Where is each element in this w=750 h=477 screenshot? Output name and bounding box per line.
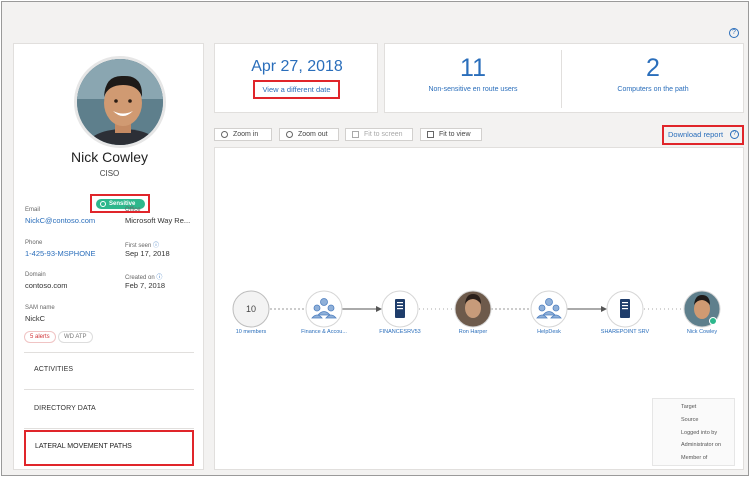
- created-value: Feb 7, 2018: [125, 281, 166, 290]
- zoom-in-icon: [221, 131, 228, 138]
- group-node[interactable]: [305, 290, 343, 328]
- email-link[interactable]: NickC@contoso.com: [25, 216, 95, 225]
- created-label: Created on ⓘ: [125, 275, 163, 281]
- report-date: Apr 27, 2018: [251, 58, 343, 75]
- node-label: SHAREPOINT SRV: [600, 329, 650, 335]
- group-node[interactable]: [530, 290, 568, 328]
- legend-source: Source: [681, 417, 699, 423]
- phone-link[interactable]: 1-425-93-MSPHONE: [25, 249, 95, 258]
- office-label: Office: [125, 207, 141, 213]
- app-frame: ? Nick Cowley CISO Sensitive Email NickC…: [1, 1, 749, 476]
- menu-activities[interactable]: ACTIVITIES: [34, 366, 73, 373]
- first-seen-value: Sep 17, 2018: [125, 249, 170, 258]
- phone-label: Phone: [25, 240, 43, 246]
- domain-value: contoso.com: [25, 281, 68, 290]
- server-icon: [620, 299, 630, 318]
- computers-label[interactable]: Computers on the path: [562, 86, 744, 93]
- user-avatar: [74, 56, 166, 148]
- user-role: CISO: [99, 169, 120, 178]
- summary-card: 11 Non-sensitive en route users 2 Comput…: [384, 43, 744, 113]
- download-report-highlight: Download report ?: [662, 125, 744, 145]
- wdatp-badge[interactable]: WD ATP: [58, 331, 93, 343]
- user-name: Nick Cowley: [70, 149, 148, 165]
- divider: [24, 389, 194, 390]
- lateral-movement-graph: 10 10 members Finance & Accou... FINANCE…: [214, 147, 744, 470]
- menu-lateral-movement-paths[interactable]: LATERAL MOVEMENT PATHS: [24, 430, 194, 466]
- date-card: Apr 27, 2018 View a different date: [214, 43, 378, 113]
- users-count: 11: [460, 54, 486, 82]
- computers-count: 2: [646, 54, 660, 82]
- node-label: FINANCESRV53: [379, 329, 421, 335]
- graph-legend: Target Source Logged into by Administrat…: [652, 398, 735, 466]
- lmp-label: LATERAL MOVEMENT PATHS: [35, 443, 132, 450]
- legend-member: Member of: [681, 455, 708, 461]
- node-label: 10 members: [235, 329, 267, 335]
- fit-to-screen-button[interactable]: Fit to screen: [345, 128, 413, 141]
- members-count-text: 10: [246, 304, 256, 314]
- download-report-link[interactable]: Download report: [668, 130, 723, 139]
- sam-label: SAM name: [25, 305, 55, 311]
- zoom-out-icon: [286, 131, 293, 138]
- menu-directory-data[interactable]: DIRECTORY DATA: [34, 405, 96, 412]
- help-icon[interactable]: ?: [730, 130, 739, 139]
- zoom-in-button[interactable]: Zoom in: [214, 128, 272, 141]
- node-label: Ron Harper: [458, 329, 488, 335]
- first-seen-label: First seen ⓘ: [125, 243, 160, 249]
- legend-logged: Logged into by: [681, 430, 718, 436]
- zoom-out-button[interactable]: Zoom out: [279, 128, 339, 141]
- sam-value: NickC: [25, 314, 45, 323]
- node-label: Finance & Accou...: [301, 329, 347, 335]
- legend-target: Target: [681, 404, 697, 410]
- fit-screen-icon: [352, 131, 359, 138]
- domain-label: Domain: [25, 272, 46, 278]
- sensitive-icon: [709, 317, 717, 325]
- email-label: Email: [25, 207, 41, 213]
- divider: [24, 352, 194, 353]
- node-label: Nick Cowley: [686, 329, 718, 335]
- office-value: Microsoft Way Re...: [125, 216, 191, 225]
- users-label[interactable]: Non-sensitive en route users: [385, 86, 561, 93]
- fit-view-icon: [427, 131, 434, 138]
- view-different-date-link[interactable]: View a different date: [253, 80, 340, 99]
- sensitive-highlight: Sensitive: [90, 194, 150, 213]
- server-icon: [395, 299, 405, 318]
- user-profile-panel: Nick Cowley CISO Sensitive Email NickC@c…: [13, 43, 204, 470]
- fit-to-view-button[interactable]: Fit to view: [420, 128, 482, 141]
- node-label: HelpDesk: [537, 329, 561, 335]
- legend-admin: Administrator on: [681, 442, 722, 448]
- divider: [24, 428, 194, 429]
- alerts-badge[interactable]: 5 alerts: [24, 331, 56, 343]
- help-icon[interactable]: ?: [729, 28, 739, 38]
